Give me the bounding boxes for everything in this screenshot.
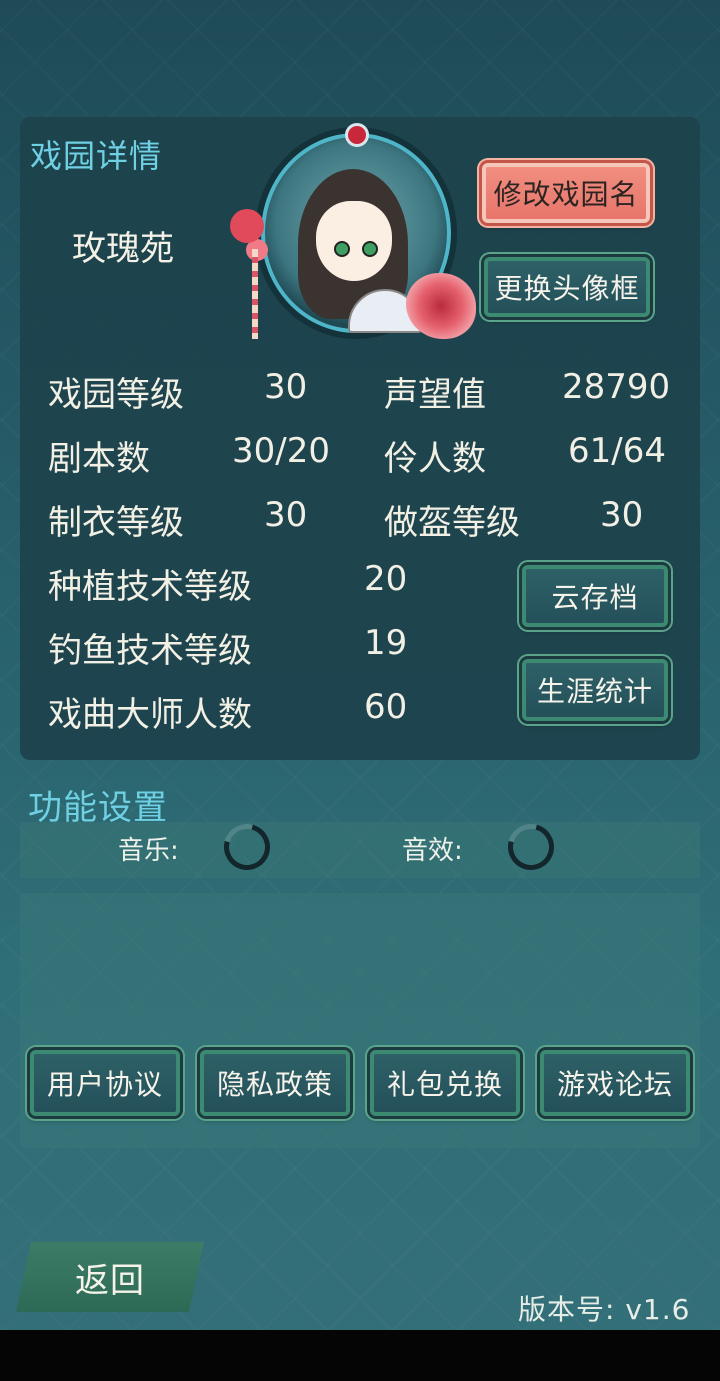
helmet-level-label: 做盔等级 <box>384 503 520 543</box>
music-label: 音乐: <box>118 836 179 866</box>
privacy-policy-button[interactable]: 隐私政策 <box>200 1050 350 1116</box>
peony-flower-icon <box>406 273 476 339</box>
garden-level-value: 30 <box>264 367 308 407</box>
version-label: 版本号: v1.6 <box>518 1293 691 1326</box>
garden-name: 玫瑰苑 <box>72 229 174 269</box>
character-face <box>316 201 392 281</box>
scripts-label: 剧本数 <box>48 439 150 479</box>
actors-label: 伶人数 <box>384 439 486 479</box>
user-agreement-button[interactable]: 用户协议 <box>30 1050 180 1116</box>
career-stats-button[interactable]: 生涯统计 <box>522 659 668 721</box>
costume-level-value: 30 <box>264 495 308 535</box>
costume-level-label: 制衣等级 <box>48 503 184 543</box>
scripts-value: 30/20 <box>232 431 330 471</box>
change-avatar-frame-button[interactable]: 更换头像框 <box>484 257 650 317</box>
tassel-icon <box>252 249 258 339</box>
avatar[interactable] <box>230 123 476 363</box>
reputation-label: 声望值 <box>384 375 486 415</box>
master-count-label: 戏曲大师人数 <box>48 695 252 735</box>
panel-title: 戏园详情 <box>30 137 163 175</box>
reputation-value: 28790 <box>562 367 671 407</box>
garden-level-label: 戏园等级 <box>48 375 184 415</box>
rename-garden-button[interactable]: 修改戏园名 <box>482 163 650 223</box>
frame-gem-icon <box>345 123 369 147</box>
planting-level-label: 种植技术等级 <box>48 567 252 607</box>
right-eye <box>362 241 378 257</box>
master-count-value: 60 <box>364 687 408 727</box>
back-button[interactable]: 返回 <box>16 1242 204 1312</box>
sfx-label: 音效: <box>402 836 463 866</box>
gift-redeem-button[interactable]: 礼包兑换 <box>370 1050 520 1116</box>
game-forum-button[interactable]: 游戏论坛 <box>540 1050 690 1116</box>
fishing-level-label: 钓鱼技术等级 <box>48 631 252 671</box>
left-eye <box>334 241 350 257</box>
flower-hairpin-icon <box>230 209 264 243</box>
actors-value: 61/64 <box>568 431 666 471</box>
garden-details-panel: 戏园详情 玫瑰苑 修改戏园名 更换头像框 戏园等级 30 声望值 28790 剧… <box>20 117 700 760</box>
cloud-save-button[interactable]: 云存档 <box>522 565 668 627</box>
helmet-level-value: 30 <box>600 495 644 535</box>
fishing-level-value: 19 <box>364 623 408 663</box>
system-bottom-bar <box>0 1330 720 1381</box>
planting-level-value: 20 <box>364 559 408 599</box>
